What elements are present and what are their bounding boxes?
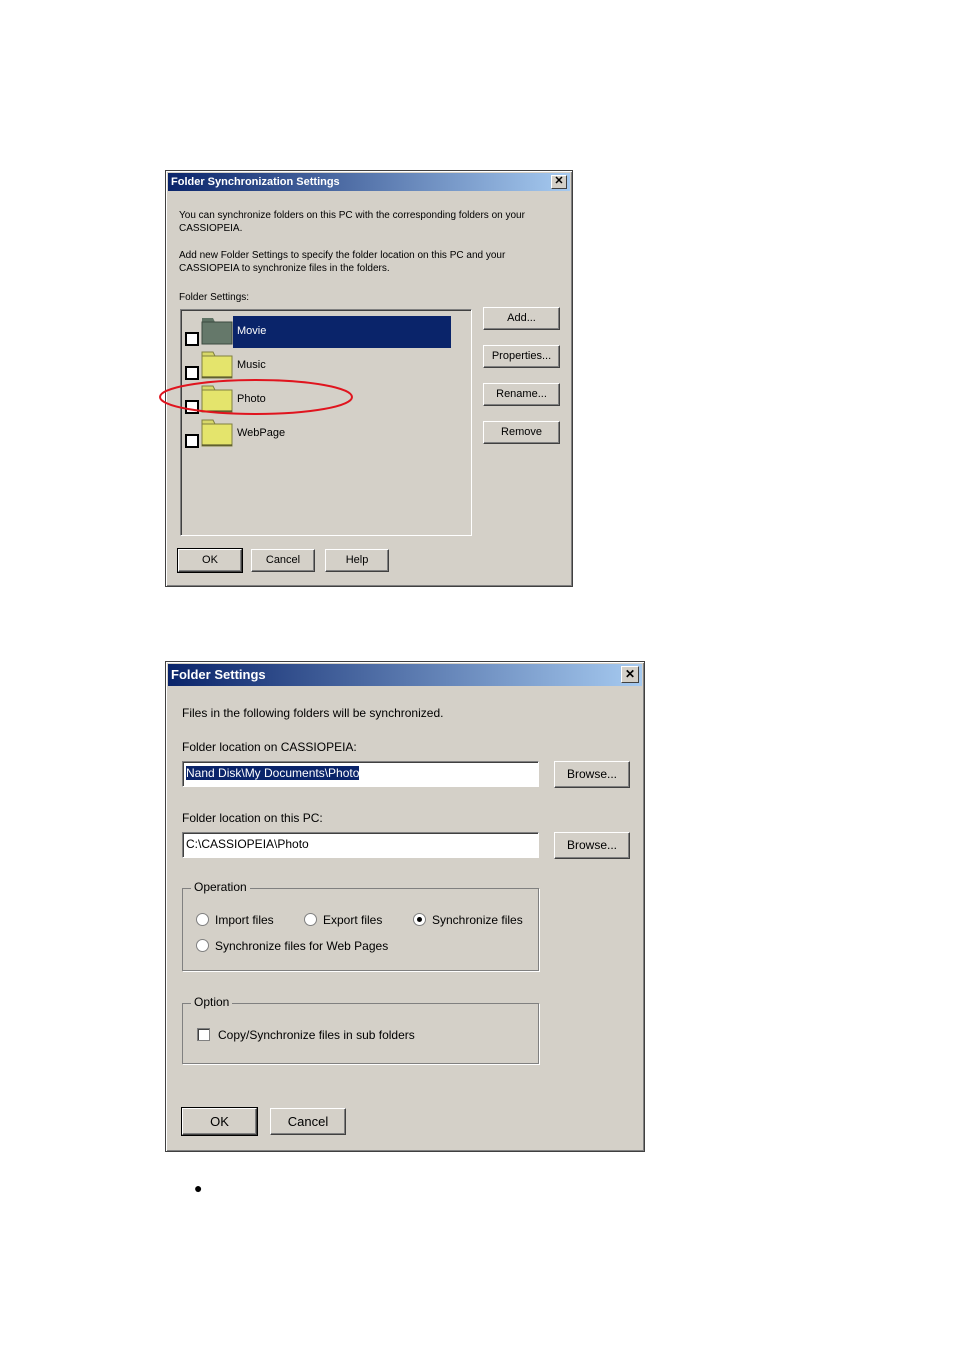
export-files-radio[interactable] (304, 913, 317, 926)
intro-text: Files in the following folders will be s… (182, 706, 444, 720)
operation-legend: Operation (191, 880, 250, 894)
dialog-title: Folder Settings (171, 667, 266, 682)
add-button[interactable]: Add... (483, 307, 560, 330)
dialog-titlebar[interactable]: Folder Synchronization Settings ✕ (168, 173, 570, 191)
subfolders-checkbox[interactable] (197, 1028, 210, 1041)
folder-settings-dialog: Folder Settings ✕ Files in the following… (165, 661, 645, 1152)
intro-text-2: Add new Folder Settings to specify the f… (179, 250, 506, 274)
option-legend: Option (191, 995, 233, 1009)
ok-button[interactable]: OK (181, 1107, 258, 1136)
item-checkbox[interactable] (185, 332, 199, 346)
sync-web-pages-label[interactable]: Synchronize files for Web Pages (215, 939, 388, 953)
item-label: WebPage (237, 427, 286, 439)
list-item-movie[interactable]: Movie (185, 312, 453, 348)
item-label: Music (237, 359, 266, 371)
export-files-label[interactable]: Export files (323, 913, 382, 927)
option-group: Option Copy/Synchronize files in sub fol… (182, 995, 539, 1064)
folder-icon (201, 318, 233, 345)
sync-web-pages-radio[interactable] (196, 939, 209, 952)
import-files-radio[interactable] (196, 913, 209, 926)
subfolders-label[interactable]: Copy/Synchronize files in sub folders (218, 1028, 415, 1042)
device-folder-label: Folder location on CASSIOPEIA: (182, 740, 357, 754)
close-icon[interactable]: ✕ (551, 175, 567, 189)
import-files-label[interactable]: Import files (215, 913, 274, 927)
folder-settings-label: Folder Settings: (179, 292, 250, 303)
item-checkbox[interactable] (185, 434, 199, 448)
synchronize-files-radio[interactable] (413, 913, 426, 926)
device-folder-input[interactable]: Nand Disk\My Documents\Photo (182, 761, 539, 787)
rename-button[interactable]: Rename... (483, 383, 560, 406)
folder-icon (201, 419, 233, 447)
synchronize-files-label[interactable]: Synchronize files (432, 913, 523, 927)
remove-button[interactable]: Remove (483, 421, 560, 444)
folder-settings-list[interactable]: Movie Music Photo WebPage (180, 309, 472, 536)
dialog-title: Folder Synchronization Settings (171, 176, 340, 188)
pc-folder-input[interactable]: C:\CASSIOPEIA\Photo (182, 832, 539, 858)
highlight-ellipse-annotation (159, 379, 353, 415)
ok-button[interactable]: OK (177, 548, 243, 573)
pc-folder-label: Folder location on this PC: (182, 811, 323, 825)
help-button[interactable]: Help (325, 549, 389, 572)
bullet-point: ● (194, 1180, 203, 1196)
close-icon[interactable]: ✕ (621, 666, 639, 683)
device-folder-value: Nand Disk\My Documents\Photo (186, 766, 360, 780)
browse-pc-button[interactable]: Browse... (554, 832, 630, 859)
intro-text-1: You can synchronize folders on this PC w… (179, 210, 525, 234)
item-label: Movie (237, 325, 267, 337)
operation-group: Operation Import files Export files Sync… (182, 880, 539, 971)
properties-button[interactable]: Properties... (483, 345, 560, 368)
dialog-titlebar[interactable]: Folder Settings ✕ (168, 664, 642, 686)
cancel-button[interactable]: Cancel (251, 549, 315, 572)
pc-folder-value: C:\CASSIOPEIA\Photo (186, 837, 309, 851)
cancel-button[interactable]: Cancel (270, 1108, 346, 1135)
browse-device-button[interactable]: Browse... (554, 761, 630, 788)
